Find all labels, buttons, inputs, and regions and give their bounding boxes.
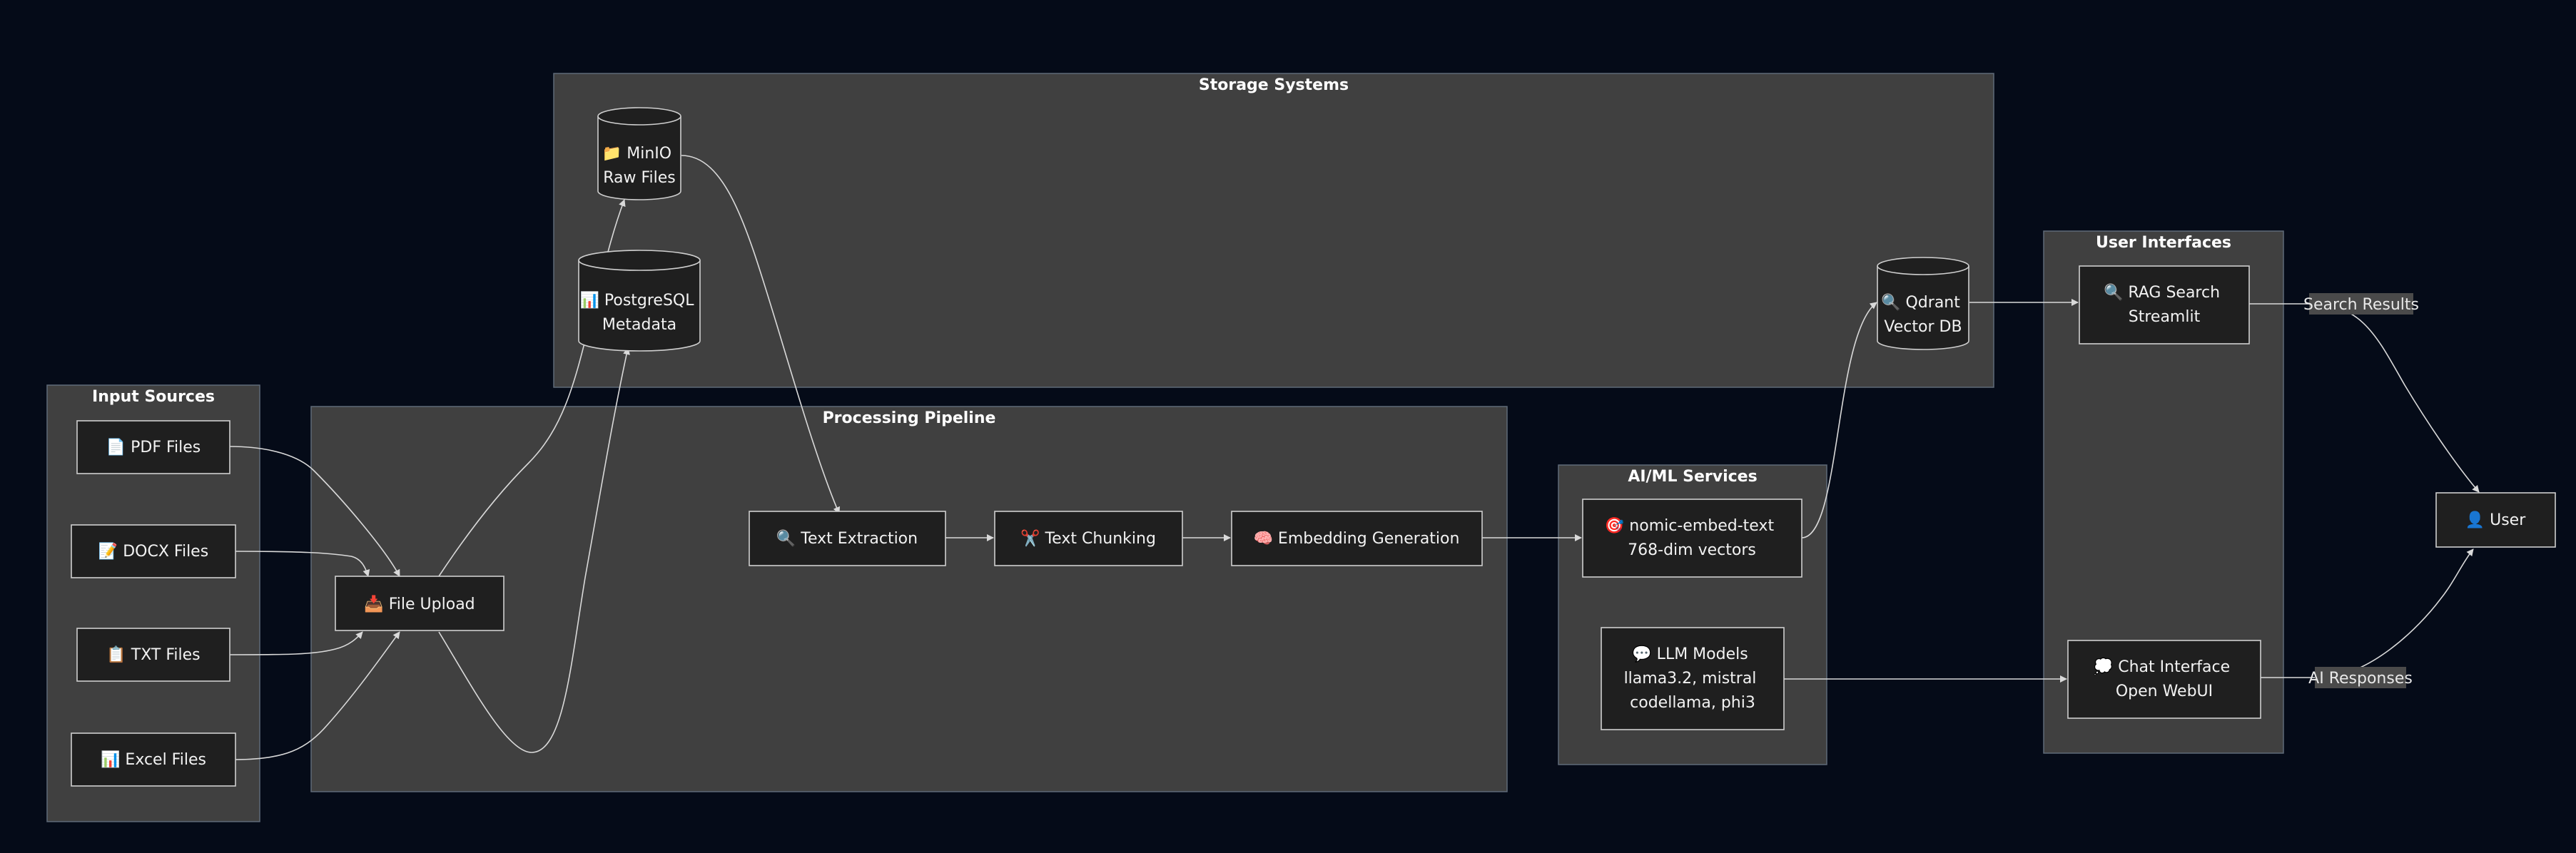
node-minio[interactable]: 📁 MinIO Raw Files: [597, 107, 681, 200]
node-llm-line3: codellama, phi3: [1630, 694, 1755, 712]
cluster-storage-systems: Storage Systems: [553, 73, 1994, 388]
svg-text:👤 User: 👤 User: [2465, 511, 2526, 529]
cluster-title-storage: Storage Systems: [1199, 76, 1349, 94]
svg-text:📋 TXT Files: 📋 TXT Files: [106, 645, 200, 664]
node-excel-files-line1: 📊 Excel Files: [101, 750, 206, 769]
node-embedding-generation[interactable]: 🧠 Embedding Generation: [1231, 511, 1483, 566]
architecture-diagram: Storage Systems Input Sources Processing…: [46, 73, 2556, 822]
cluster-title-input: Input Sources: [92, 388, 215, 406]
node-file-upload[interactable]: 📥 File Upload: [335, 576, 504, 631]
node-minio-line1: 📁 MinIO: [602, 145, 671, 163]
node-file-upload-line1: 📥 File Upload: [364, 595, 475, 613]
node-minio-line2: Raw Files: [603, 169, 676, 187]
node-chat-line1: 💭 Chat Interface: [2094, 657, 2230, 676]
edge-chat-user: [2261, 548, 2474, 678]
node-rag-search[interactable]: 🔍 RAG Search Streamlit: [2079, 265, 2250, 344]
node-txt-files[interactable]: 📋 TXT Files: [76, 628, 230, 682]
node-chat-line2: Open WebUI: [2116, 683, 2213, 700]
node-qdrant[interactable]: 🔍 Qdrant Vector DB: [1877, 257, 1969, 350]
node-user-line1: 👤 User: [2465, 511, 2526, 529]
node-rag-line2: Streamlit: [2129, 308, 2201, 326]
cluster-title-aiml: AI/ML Services: [1628, 468, 1757, 486]
node-text-extraction[interactable]: 🔍 Text Extraction: [749, 511, 946, 566]
svg-text:✂️ Text Chunking: ✂️ Text Chunking: [1020, 528, 1156, 548]
node-postgresql[interactable]: 📊 PostgreSQL Metadata: [578, 250, 701, 352]
svg-text:📝 DOCX Files: 📝 DOCX Files: [98, 542, 208, 561]
svg-text:🧠 Embedding Generation: 🧠 Embedding Generation: [1254, 530, 1460, 548]
node-text-extraction-line1: 🔍 Text Extraction: [776, 528, 918, 548]
edge-label-ai-responses-text: AI Responses: [2308, 670, 2413, 688]
node-user[interactable]: 👤 User: [2435, 492, 2556, 548]
node-docx-files-line1: 📝 DOCX Files: [98, 542, 208, 561]
edge-label-search-results-text: Search Results: [2303, 296, 2419, 314]
node-qdrant-line1: 🔍 Qdrant: [1881, 292, 1960, 312]
edge-label-ai-responses: AI Responses: [2308, 667, 2413, 688]
svg-text:📥 File Upload: 📥 File Upload: [364, 595, 475, 613]
node-text-chunking-line1: ✂️ Text Chunking: [1020, 528, 1156, 548]
node-llm-line1: 💬 LLM Models: [1632, 645, 1748, 663]
node-postgresql-line2: Metadata: [602, 316, 676, 334]
svg-text:🔍 Text Extraction: 🔍 Text Extraction: [776, 528, 918, 548]
node-rag-line1: 🔍 RAG Search: [2104, 282, 2220, 302]
svg-text:📄 PDF Files: 📄 PDF Files: [106, 438, 201, 456]
cluster-title-processing: Processing Pipeline: [823, 409, 996, 427]
node-postgresql-line1: 📊 PostgreSQL: [579, 291, 694, 310]
node-text-chunking[interactable]: ✂️ Text Chunking: [994, 511, 1183, 566]
edge-label-search-results: Search Results: [2303, 293, 2419, 315]
node-chat-interface[interactable]: 💭 Chat Interface Open WebUI: [2067, 640, 2261, 719]
svg-text:💬 LLM Models llama3.2,: 💬 LLM Models llama3.2, mistral codellama…: [1624, 645, 1762, 712]
cluster-title-ui: User Interfaces: [2096, 234, 2231, 252]
node-pdf-files[interactable]: 📄 PDF Files: [76, 420, 230, 474]
node-nomic-embed-text[interactable]: 🎯 nomic-embed-text 768-dim vectors: [1582, 499, 1802, 578]
node-embedding-generation-line1: 🧠 Embedding Generation: [1254, 530, 1460, 548]
node-llm-line2: llama3.2, mistral: [1624, 670, 1757, 688]
node-nomic-line2: 768-dim vectors: [1628, 541, 1756, 559]
node-nomic-line1: 🎯 nomic-embed-text: [1605, 516, 1775, 535]
node-txt-files-line1: 📋 TXT Files: [106, 645, 200, 664]
node-docx-files[interactable]: 📝 DOCX Files: [71, 524, 236, 578]
svg-text:📊 Excel Files: 📊 Excel Files: [101, 750, 206, 769]
node-pdf-files-line1: 📄 PDF Files: [106, 438, 201, 456]
node-qdrant-line2: Vector DB: [1884, 318, 1962, 336]
node-llm-models[interactable]: 💬 LLM Models llama3.2, mistral codellama…: [1601, 627, 1785, 730]
node-excel-files[interactable]: 📊 Excel Files: [71, 732, 236, 787]
